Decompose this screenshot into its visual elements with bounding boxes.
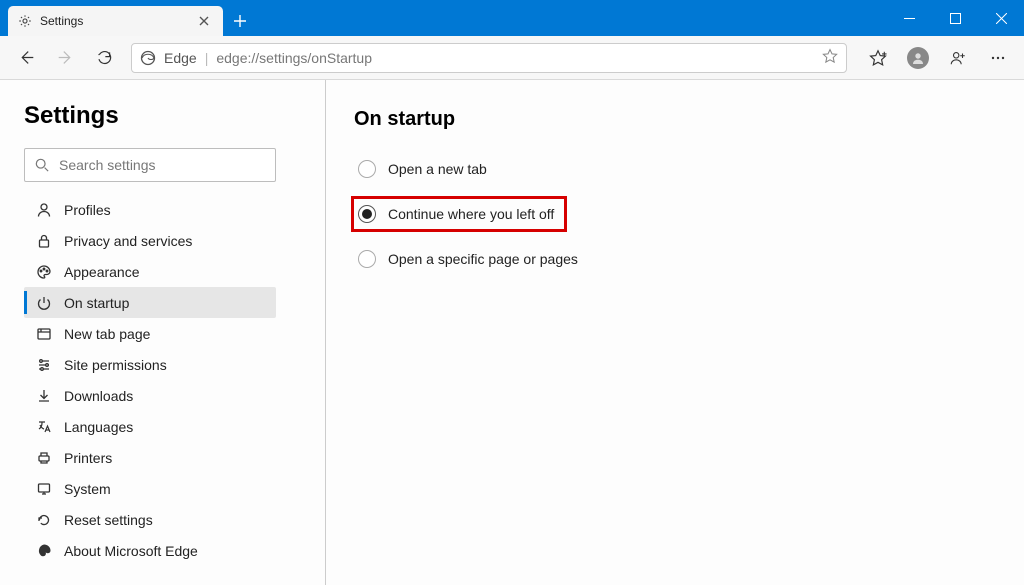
sidebar-item-label: On startup — [64, 295, 129, 311]
radio-icon — [358, 250, 376, 268]
sidebar-item-label: About Microsoft Edge — [64, 543, 198, 559]
guest-button[interactable] — [940, 40, 976, 76]
sidebar-item-label: Profiles — [64, 202, 111, 218]
power-icon — [36, 295, 52, 311]
sidebar-item-reset[interactable]: Reset settings — [24, 504, 276, 535]
tabstrip: Settings — [0, 0, 255, 36]
sidebar-item-on-startup[interactable]: On startup — [24, 287, 276, 318]
radio-continue[interactable]: Continue where you left off — [358, 205, 554, 223]
printer-icon — [36, 450, 52, 466]
settings-sidebar: Settings Search settings Profiles Privac… — [0, 80, 326, 585]
radio-specific-pages[interactable]: Open a specific page or pages — [354, 243, 996, 275]
sidebar-item-label: Downloads — [64, 388, 133, 404]
sidebar-item-about[interactable]: About Microsoft Edge — [24, 535, 276, 566]
favorites-button[interactable] — [860, 40, 896, 76]
lock-icon — [36, 233, 52, 249]
sidebar-item-label: New tab page — [64, 326, 150, 342]
sidebar-item-label: Appearance — [64, 264, 140, 280]
sidebar-item-languages[interactable]: Languages — [24, 411, 276, 442]
sidebar-item-profiles[interactable]: Profiles — [24, 194, 276, 225]
sidebar-item-new-tab[interactable]: New tab page — [24, 318, 276, 349]
titlebar: Settings — [0, 0, 1024, 36]
sidebar-item-privacy[interactable]: Privacy and services — [24, 225, 276, 256]
close-window-button[interactable] — [978, 0, 1024, 36]
page-heading: On startup — [354, 108, 996, 131]
radio-icon — [358, 205, 376, 223]
gear-icon — [18, 14, 32, 28]
radio-label: Open a new tab — [388, 161, 487, 177]
new-tab-button[interactable] — [225, 6, 255, 36]
avatar-icon — [907, 47, 929, 69]
tab-icon — [36, 326, 52, 342]
more-button[interactable] — [980, 40, 1016, 76]
back-button[interactable] — [8, 40, 44, 76]
edge-solid-icon — [36, 543, 52, 559]
address-protocol-label: Edge — [164, 50, 197, 66]
sidebar-item-appearance[interactable]: Appearance — [24, 256, 276, 287]
maximize-button[interactable] — [932, 0, 978, 36]
reset-icon — [36, 512, 52, 528]
radio-label: Continue where you left off — [388, 206, 554, 222]
sidebar-item-label: System — [64, 481, 111, 497]
sidebar-item-label: Site permissions — [64, 357, 167, 373]
sliders-icon — [36, 357, 52, 373]
settings-content: On startup Open a new tab Continue where… — [326, 80, 1024, 585]
sidebar-item-downloads[interactable]: Downloads — [24, 380, 276, 411]
minimize-button[interactable] — [886, 0, 932, 36]
address-separator: | — [205, 50, 209, 66]
radio-icon — [358, 160, 376, 178]
radio-open-new-tab[interactable]: Open a new tab — [354, 153, 996, 185]
sidebar-item-label: Languages — [64, 419, 133, 435]
sidebar-item-label: Privacy and services — [64, 233, 192, 249]
sidebar-item-system[interactable]: System — [24, 473, 276, 504]
main-area: Settings Search settings Profiles Privac… — [0, 80, 1024, 585]
address-url: edge://settings/onStartup — [216, 50, 822, 66]
radio-label: Open a specific page or pages — [388, 251, 578, 267]
language-icon — [36, 419, 52, 435]
address-bar[interactable]: Edge | edge://settings/onStartup — [131, 43, 847, 73]
tab-title: Settings — [40, 14, 83, 28]
browser-toolbar: Edge | edge://settings/onStartup — [0, 36, 1024, 80]
download-icon — [36, 388, 52, 404]
refresh-button[interactable] — [86, 40, 122, 76]
settings-menu: Profiles Privacy and services Appearance… — [24, 194, 276, 566]
forward-button[interactable] — [47, 40, 83, 76]
search-icon — [35, 158, 49, 172]
sidebar-item-site-permissions[interactable]: Site permissions — [24, 349, 276, 380]
window-controls — [886, 0, 1024, 36]
tab-settings[interactable]: Settings — [8, 6, 223, 36]
person-icon — [36, 202, 52, 218]
tab-close-button[interactable] — [195, 12, 213, 30]
sidebar-item-label: Printers — [64, 450, 112, 466]
sidebar-item-printers[interactable]: Printers — [24, 442, 276, 473]
search-input[interactable]: Search settings — [24, 148, 276, 182]
system-icon — [36, 481, 52, 497]
profile-button[interactable] — [900, 40, 936, 76]
favorite-star-icon[interactable] — [822, 48, 838, 67]
sidebar-item-label: Reset settings — [64, 512, 153, 528]
search-placeholder: Search settings — [59, 157, 156, 173]
palette-icon — [36, 264, 52, 280]
settings-title: Settings — [24, 102, 301, 130]
edge-icon — [140, 50, 156, 66]
highlighted-option: Continue where you left off — [354, 199, 564, 229]
